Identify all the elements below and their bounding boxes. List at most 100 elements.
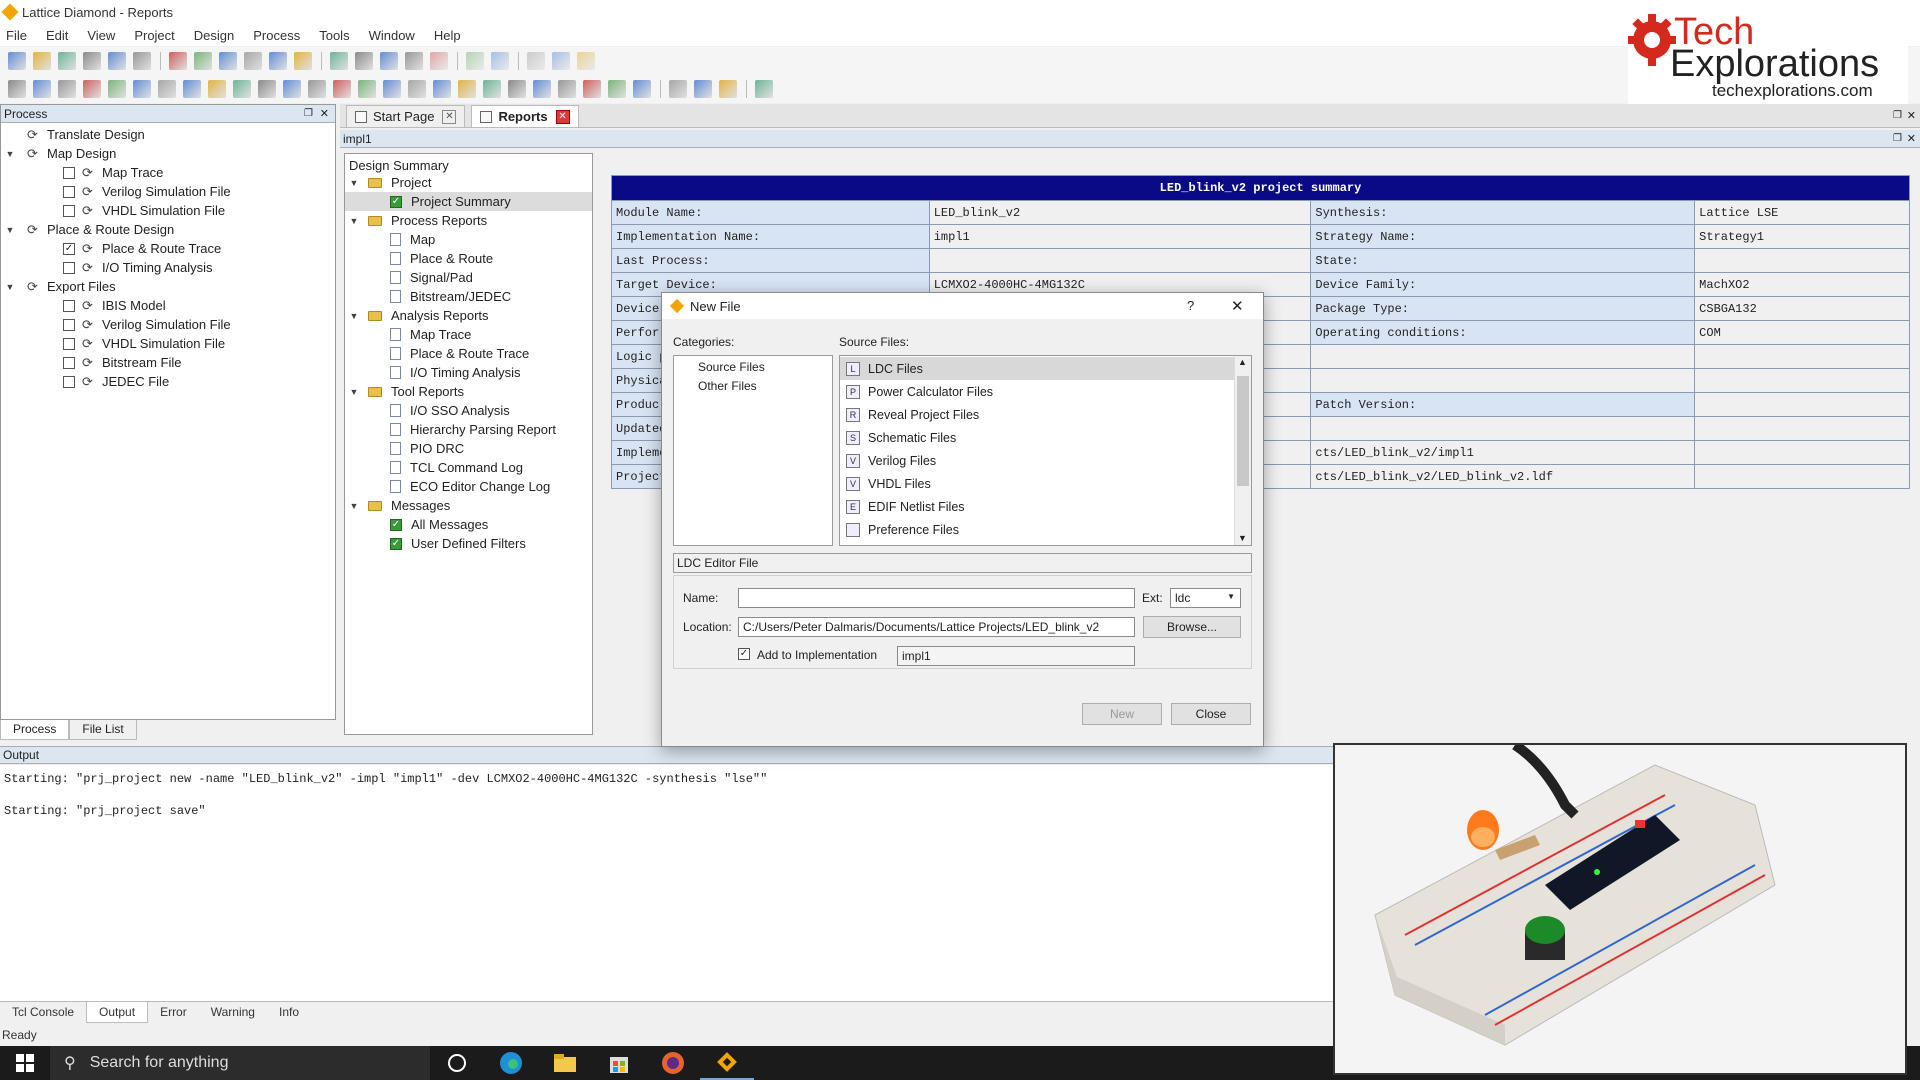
source-file-type[interactable]: P Power Calculator Files <box>840 380 1235 403</box>
design-summary-item[interactable]: Place & Route Trace <box>345 344 592 363</box>
toolbar-button-icon[interactable] <box>508 80 526 98</box>
windows-start-icon[interactable] <box>0 1046 50 1080</box>
source-file-type[interactable]: V Verilog Files <box>840 449 1235 472</box>
close-icon[interactable]: ✕ <box>1907 130 1916 148</box>
toolbar-button-icon[interactable] <box>408 80 426 98</box>
source-file-type[interactable]: S Schematic Files <box>840 426 1235 449</box>
toolbar-button-icon[interactable] <box>133 52 151 70</box>
process-checkbox[interactable] <box>63 318 75 331</box>
process-checkbox[interactable] <box>63 375 75 388</box>
categories-list[interactable]: Source Files Other Files <box>673 355 833 546</box>
design-summary-item[interactable]: Signal/Pad <box>345 268 592 287</box>
design-summary-item[interactable]: Map <box>345 230 592 249</box>
menu-design[interactable]: Design <box>194 28 234 43</box>
design-summary-item[interactable]: I/O SSO Analysis <box>345 401 592 420</box>
new-button[interactable]: New <box>1082 703 1162 725</box>
design-summary-item[interactable]: ▼ Process Reports <box>345 211 592 230</box>
scroll-up-icon[interactable]: ▲ <box>1238 357 1247 367</box>
design-summary-item[interactable]: ✓ Project Summary <box>345 192 592 211</box>
design-summary-item[interactable]: TCL Command Log <box>345 458 592 477</box>
toolbar-button-icon[interactable] <box>158 80 176 98</box>
tab-reports[interactable]: Reports ✕ <box>471 105 579 127</box>
implementation-input[interactable]: impl1 <box>897 646 1135 666</box>
source-file-type[interactable]: E EDIF Netlist Files <box>840 495 1235 518</box>
tab-warning[interactable]: Warning <box>199 1002 267 1023</box>
close-icon[interactable]: ✕ <box>320 107 329 120</box>
process-item[interactable]: ⟳ VHDL Simulation File <box>1 334 335 353</box>
toolbar-button-icon[interactable] <box>583 80 601 98</box>
process-item[interactable]: ▼ ⟳ Export Files <box>1 277 335 296</box>
toolbar-button-icon[interactable] <box>283 80 301 98</box>
toolbar-button-icon[interactable] <box>83 52 101 70</box>
collapse-icon[interactable]: ▼ <box>349 387 359 397</box>
toolbar-button-icon[interactable] <box>233 80 251 98</box>
toolbar-button-icon[interactable] <box>491 52 509 70</box>
firefox-icon[interactable] <box>646 1046 700 1080</box>
toolbar-button-icon[interactable] <box>355 52 373 70</box>
source-files-list[interactable]: L LDC Files P Power Calculator Files R Reveal… <box>839 355 1252 546</box>
toolbar-button-icon[interactable] <box>458 80 476 98</box>
process-item[interactable]: ⟳ VHDL Simulation File <box>1 201 335 220</box>
process-checkbox[interactable] <box>63 299 75 312</box>
process-item[interactable]: ⟳ Translate Design <box>1 125 335 144</box>
float-icon[interactable]: ❐ <box>304 108 313 119</box>
scroll-thumb[interactable] <box>1237 376 1249 486</box>
menu-project[interactable]: Project <box>134 28 174 43</box>
process-item[interactable]: ✓ ⟳ Place & Route Trace <box>1 239 335 258</box>
toolbar-button-icon[interactable] <box>383 80 401 98</box>
tab-info[interactable]: Info <box>267 1002 311 1023</box>
toolbar-button-icon[interactable] <box>108 52 126 70</box>
design-summary-item[interactable]: ECO Editor Change Log <box>345 477 592 496</box>
toolbar-button-icon[interactable] <box>466 52 484 70</box>
toolbar-button-icon[interactable] <box>330 52 348 70</box>
tab-error[interactable]: Error <box>148 1002 199 1023</box>
tab-process[interactable]: Process <box>0 720 70 740</box>
process-item[interactable]: ⟳ Bitstream File <box>1 353 335 372</box>
toolbar-button-icon[interactable] <box>527 52 545 70</box>
toolbar-button-icon[interactable] <box>533 80 551 98</box>
toolbar-button-icon[interactable] <box>433 80 451 98</box>
toolbar-button-icon[interactable] <box>430 52 448 70</box>
float-icon[interactable]: ❐ <box>1893 130 1902 148</box>
toolbar-button-icon[interactable] <box>8 52 26 70</box>
process-item[interactable]: ⟳ I/O Timing Analysis <box>1 258 335 277</box>
toolbar-button-icon[interactable] <box>8 80 26 98</box>
name-input[interactable] <box>738 588 1135 608</box>
process-item[interactable]: ⟳ Verilog Simulation File <box>1 315 335 334</box>
cortana-icon[interactable] <box>430 1046 484 1080</box>
close-tab-icon[interactable]: ✕ <box>442 109 457 124</box>
edge-icon[interactable] <box>484 1046 538 1080</box>
process-checkbox[interactable] <box>63 185 75 198</box>
design-summary-item[interactable]: ✓ All Messages <box>345 515 592 534</box>
toolbar-button-icon[interactable] <box>333 80 351 98</box>
taskbar-search[interactable]: ⚲ Search for anything <box>50 1046 430 1080</box>
collapse-icon[interactable]: ▼ <box>349 311 359 321</box>
collapse-icon[interactable]: ▼ <box>5 225 15 235</box>
toolbar-button-icon[interactable] <box>552 52 570 70</box>
process-item[interactable]: ▼ ⟳ Place & Route Design <box>1 220 335 239</box>
design-summary-item[interactable]: Hierarchy Parsing Report <box>345 420 592 439</box>
process-checkbox[interactable] <box>63 166 75 179</box>
design-summary-item[interactable]: ▼ Analysis Reports <box>345 306 592 325</box>
toolbar-button-icon[interactable] <box>208 80 226 98</box>
toolbar-button-icon[interactable] <box>269 52 287 70</box>
scroll-down-icon[interactable]: ▼ <box>1238 533 1247 543</box>
toolbar-button-icon[interactable] <box>380 52 398 70</box>
add-to-implementation-checkbox[interactable]: ✓ <box>738 648 750 660</box>
toolbar-button-icon[interactable] <box>244 52 262 70</box>
menu-file[interactable]: File <box>6 28 27 43</box>
process-checkbox[interactable] <box>63 204 75 217</box>
collapse-icon[interactable]: ▼ <box>5 149 15 159</box>
collapse-icon[interactable]: ▼ <box>5 282 15 292</box>
process-item[interactable]: ⟳ Verilog Simulation File <box>1 182 335 201</box>
toolbar-button-icon[interactable] <box>294 52 312 70</box>
design-summary-item[interactable]: I/O Timing Analysis <box>345 363 592 382</box>
toolbar-button-icon[interactable] <box>633 80 651 98</box>
process-checkbox[interactable]: ✓ <box>63 242 75 255</box>
toolbar-button-icon[interactable] <box>108 80 126 98</box>
process-item[interactable]: ⟳ IBIS Model <box>1 296 335 315</box>
tab-start-page[interactable]: Start Page ✕ <box>346 105 466 127</box>
process-item[interactable]: ⟳ JEDEC File <box>1 372 335 391</box>
lattice-diamond-taskbar-icon[interactable] <box>700 1046 754 1080</box>
toolbar-button-icon[interactable] <box>33 80 51 98</box>
